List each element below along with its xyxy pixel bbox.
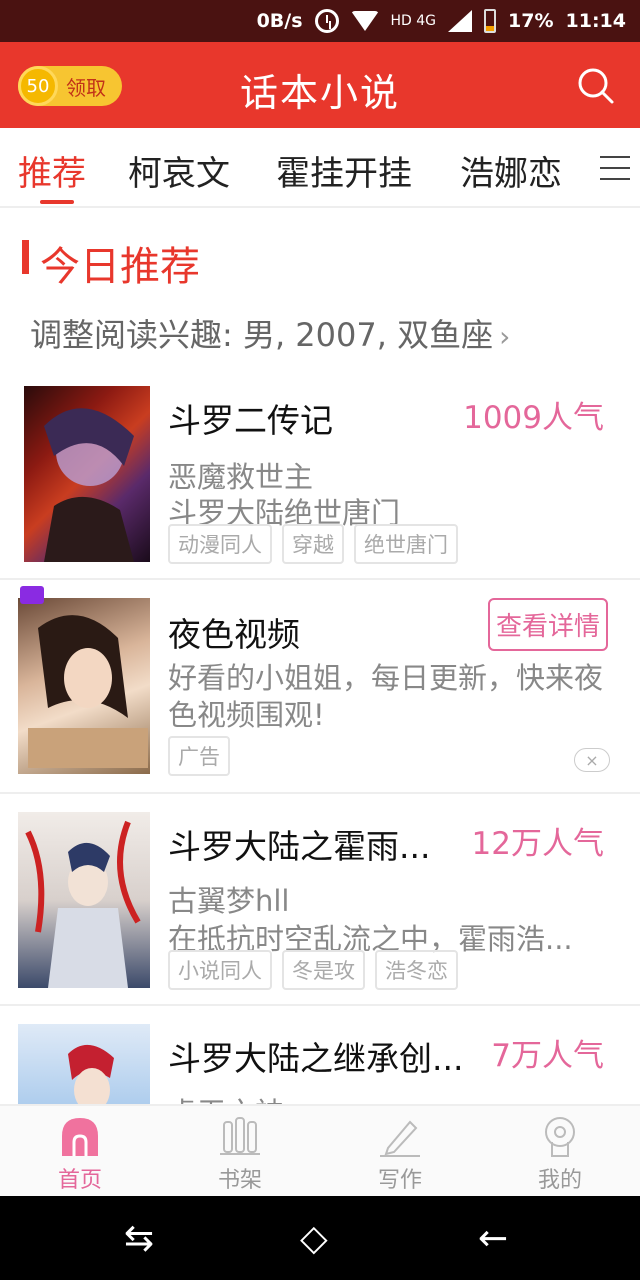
pen-icon (380, 1120, 420, 1157)
tag[interactable]: 冬是攻 (282, 950, 365, 990)
tab-kaiwen[interactable]: 柯哀文 (128, 146, 230, 195)
book-item[interactable]: 斗罗大陆之霍雨... 12万人气 古翼梦hll 在抵抗时空乱流之中，霍雨浩...… (0, 794, 640, 1004)
ad-image (18, 598, 150, 774)
profile-icon (545, 1117, 575, 1157)
nav-bookshelf[interactable]: 书架 (160, 1106, 320, 1198)
popularity-count: 12万人气 (471, 826, 604, 862)
section-title: 今日推荐 (40, 244, 200, 290)
network-type: HD 4G (390, 13, 437, 29)
ad-title: 夜色视频 (168, 615, 300, 654)
interest-settings-link[interactable]: 调整阅读兴趣: 男, 2007, 双鱼座 › (30, 310, 510, 356)
signal-icon (448, 10, 473, 32)
book-title: 斗罗大陆之继承创... (168, 1039, 464, 1078)
battery-icon (484, 9, 497, 33)
section-marker (22, 240, 29, 274)
tag[interactable]: 小说同人 (168, 950, 272, 990)
book-item[interactable]: 斗罗大陆之继承创... 7万人气 虚无之神 (0, 1006, 640, 1104)
app-screen: 0B/s HD 4G 17% 11:14 50 领取 话本小说 推荐 柯哀文 霍… (0, 0, 640, 1280)
book-cover (24, 386, 150, 562)
category-tabs: 推荐 柯哀文 霍挂开挂 浩娜恋 (0, 128, 640, 208)
tag[interactable]: 浩冬恋 (375, 950, 458, 990)
status-bar: 0B/s HD 4G 17% 11:14 (0, 0, 640, 42)
book-title: 斗罗大陆之霍雨... (168, 827, 431, 866)
bookshelf-icon (220, 1117, 260, 1155)
tab-huogua[interactable]: 霍挂开挂 (276, 146, 412, 195)
ad-item[interactable]: 夜色视频 查看详情 好看的小姐姐，每日更新，快来夜色视频围观! 广告 × (0, 580, 640, 790)
view-details-button[interactable]: 查看详情 (487, 598, 608, 651)
nav-profile-label: 我的 (537, 1168, 582, 1193)
book-item[interactable]: 斗罗二传记 1009人气 恶魔救世主 斗罗大陆绝世唐门 动漫同人 穿越 绝世唐门 (0, 378, 640, 578)
tag-list: 小说同人 冬是攻 浩冬恋 (168, 950, 468, 990)
book-cover (18, 1024, 150, 1104)
bottom-nav: 首页 书架 写作 我的 (0, 1104, 640, 1196)
wifi-icon (350, 11, 379, 31)
tag[interactable]: 穿越 (282, 524, 344, 564)
popularity-count: 7万人气 (491, 1038, 604, 1074)
nav-home[interactable]: 首页 (0, 1106, 160, 1198)
system-nav-bar: ⇆ ◇ ← (0, 1196, 640, 1280)
nav-profile[interactable]: 我的 (480, 1106, 640, 1198)
nav-write-label: 写作 (377, 1168, 422, 1193)
tab-haonalian[interactable]: 浩娜恋 (460, 146, 562, 195)
ad-label: 广告 (168, 736, 230, 776)
book-title: 斗罗二传记 (168, 401, 333, 440)
menu-icon[interactable] (600, 156, 630, 180)
popularity-count: 1009人气 (463, 400, 604, 436)
nav-home-label: 首页 (57, 1168, 102, 1193)
recent-apps-icon[interactable]: ⇆ (124, 1218, 154, 1259)
active-tab-indicator (40, 200, 74, 204)
interest-text: 调整阅读兴趣: 男, 2007, 双鱼座 (30, 316, 494, 354)
nav-bookshelf-label: 书架 (217, 1168, 262, 1193)
tag-list: 广告 (168, 736, 240, 776)
close-icon[interactable]: × (574, 748, 610, 772)
tag[interactable]: 动漫同人 (168, 524, 272, 564)
book-cover (18, 812, 150, 988)
app-header: 50 领取 话本小说 (0, 42, 640, 128)
app-title: 话本小说 (239, 71, 400, 115)
tag[interactable]: 绝世唐门 (354, 524, 458, 564)
tag-list: 动漫同人 穿越 绝世唐门 (168, 524, 468, 564)
chevron-right-icon: › (499, 320, 511, 353)
video-icon (20, 586, 44, 604)
battery-level: 17% (508, 10, 554, 32)
tab-recommend[interactable]: 推荐 (18, 146, 86, 195)
clock: 11:14 (565, 10, 626, 32)
home-icon (62, 1118, 98, 1156)
search-icon[interactable] (576, 66, 616, 106)
home-button-icon[interactable]: ◇ (300, 1218, 328, 1259)
back-icon[interactable]: ← (478, 1218, 508, 1259)
book-author: 虚无之神 (168, 1090, 284, 1104)
net-speed: 0B/s (256, 10, 303, 32)
alarm-icon (314, 9, 339, 33)
ad-description: 好看的小姐姐，每日更新，快来夜色视频围观! (168, 661, 604, 732)
book-author: 古翼梦hll (168, 884, 290, 918)
nav-write[interactable]: 写作 (320, 1106, 480, 1198)
